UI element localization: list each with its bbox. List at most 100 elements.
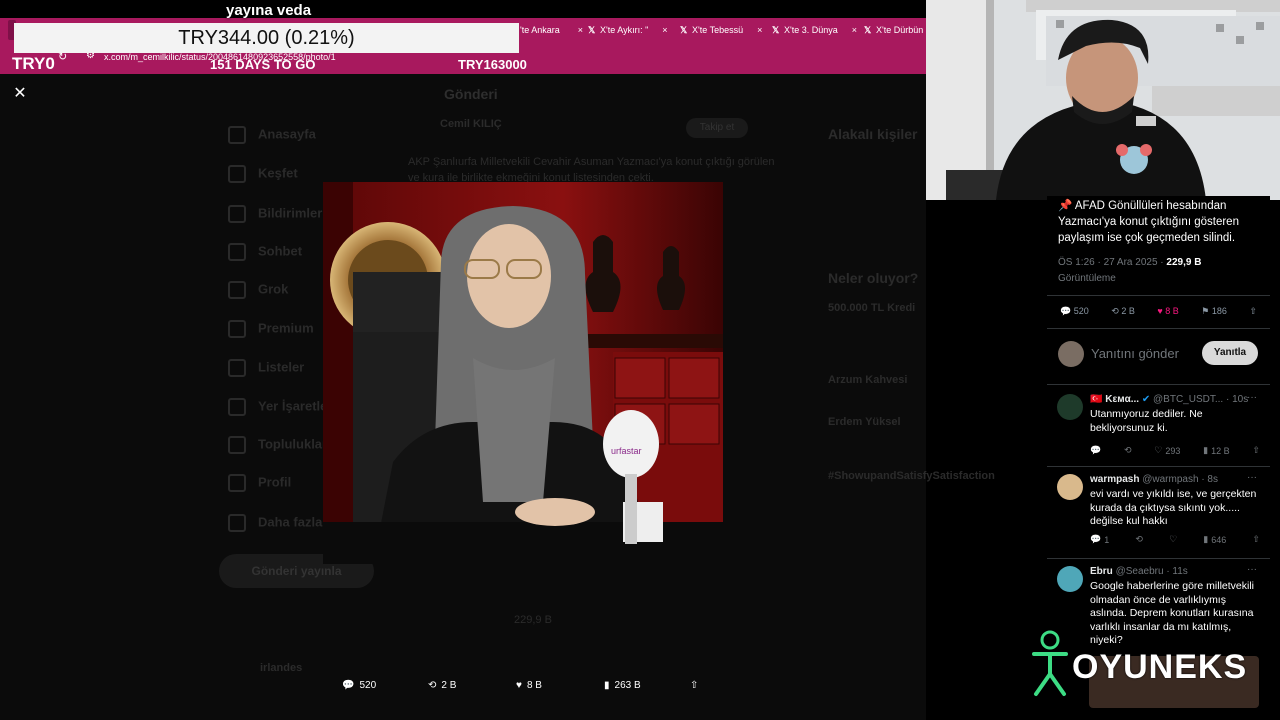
x-logo-icon (228, 320, 246, 338)
tweet-stats-bar: 💬 520 ⟲ 2 B ♥ 8 B ⚑ 186 ⇧ (1060, 306, 1257, 317)
x-logo-icon: 𝕏 (772, 25, 780, 35)
repost-icon: ⟲ (428, 680, 437, 691)
close-tab-icon[interactable]: × (852, 25, 857, 35)
nav-item-grok[interactable]: Grok (228, 281, 288, 299)
nav-item-more[interactable]: Daha fazla (228, 514, 322, 532)
reply-author: warmpash @warmpash · 8s (1090, 474, 1218, 485)
more-icon[interactable]: ··· (1247, 392, 1257, 403)
analytics-icon: ▮ (1203, 445, 1209, 455)
divider (1047, 558, 1270, 559)
reply-input[interactable]: Yanıtını gönder (1091, 346, 1179, 361)
reply-stat[interactable]: 💬 520 (1060, 306, 1089, 317)
comment-icon: 💬 (1090, 534, 1102, 544)
home-icon (228, 126, 246, 144)
share-action[interactable]: ⇧ (690, 680, 698, 691)
nav-item-communities[interactable]: Topluluklar (228, 436, 327, 454)
divider (1047, 295, 1270, 296)
bookmark-icon: ⚑ (1201, 306, 1210, 316)
background-account-name[interactable]: irlandes (260, 662, 302, 674)
reply-author: 🇹🇷 Kεмα... ✔ @BTC_USDT... · 10s (1090, 394, 1249, 405)
nav-item-profile[interactable]: Profil (228, 474, 291, 492)
nav-item-lists[interactable]: Listeler (228, 359, 304, 377)
nav-item-explore[interactable]: Keşfet (228, 165, 298, 183)
comment-icon[interactable]: 💬 (1090, 445, 1101, 456)
nav-item-home[interactable]: Anasayfa (228, 126, 316, 144)
background-views: 229,9 B (514, 614, 552, 626)
avatar (1057, 474, 1083, 500)
trend-item[interactable]: Arzum Kahvesi (828, 374, 907, 386)
tweet-photo[interactable]: urfastar (323, 182, 723, 564)
avatar (1057, 394, 1083, 420)
microphone-label: urfastar (611, 446, 642, 456)
background-author: Cemil KILIÇ (440, 118, 502, 130)
share-icon: ⇧ (690, 680, 699, 691)
background-header: Gönderi (444, 86, 498, 102)
close-tab-icon[interactable]: × (662, 25, 667, 35)
verified-icon: ✔ (1141, 394, 1151, 405)
share-stat[interactable]: ⇧ (1249, 306, 1257, 317)
x-logo-icon: 𝕏 (864, 25, 872, 35)
browser-tab[interactable]: 'te Ankara × (520, 20, 590, 40)
grok-icon (228, 281, 246, 299)
close-tab-icon[interactable]: × (578, 25, 583, 35)
reply-item[interactable]: 🇹🇷 Kεмα... ✔ @BTC_USDT... · 10s ··· Utan… (1047, 386, 1270, 468)
x-logo-icon: 𝕏 (588, 25, 596, 35)
follow-button[interactable]: Takip et (686, 118, 748, 138)
divider (1047, 384, 1270, 385)
repost-stat[interactable]: ⟲ 2 B (1111, 306, 1135, 317)
reply-text: Utanmıyoruz dediler. Ne bekliyorsunuz ki… (1090, 408, 1203, 434)
comment-icon: 💬 (1060, 306, 1072, 316)
repost-icon[interactable]: ⟲ (1124, 445, 1132, 456)
heart-icon: ♡ (1154, 445, 1163, 455)
share-icon[interactable]: ⇧ (1252, 534, 1260, 545)
woman-at-desk-image: urfastar (323, 182, 723, 564)
user-icon (228, 474, 246, 492)
like-action[interactable]: ♥ 8 B (516, 680, 542, 691)
analytics-icon: ▮ (1203, 534, 1209, 544)
nav-item-bookmarks[interactable]: Yer İşaretleri (228, 398, 336, 416)
oyuneks-logo-text: OYUNEKS (1072, 648, 1248, 686)
tweet-text: 📌 AFAD Gönüllüleri hesabından Yazmacı'ya… (1058, 200, 1239, 244)
reply-item[interactable]: warmpash @warmpash · 8s ··· evi vardı ve… (1047, 468, 1270, 558)
views-button[interactable]: ▮ 12 B (1203, 445, 1229, 456)
nav-item-premium[interactable]: Premium (228, 320, 314, 338)
browser-tab[interactable]: 𝕏 X'te 3. Dünya × (772, 20, 864, 40)
views-button[interactable]: ▮ 646 (1203, 534, 1226, 545)
share-icon[interactable]: ⇧ (1252, 445, 1260, 456)
tweet-timestamp: ÖS 1:26 · 27 Ara 2025 · 229,9 B (1058, 257, 1202, 268)
reply-button[interactable]: 💬 1 (1090, 534, 1109, 545)
mail-icon (228, 243, 246, 261)
more-icon[interactable]: ··· (1247, 472, 1257, 483)
repost-icon: ⟲ (1111, 306, 1119, 316)
reply-button[interactable]: Yanıtla (1202, 341, 1258, 365)
related-people-title: Alakalı kişiler (828, 126, 918, 142)
reply-action[interactable]: 💬 520 (342, 680, 376, 691)
bell-icon (228, 205, 246, 223)
x-logo-icon: 𝕏 (680, 25, 688, 35)
heart-icon: ♥ (1157, 306, 1163, 316)
reply-actions: 💬 1 ⟲ ♡ ▮ 646 ⇧ (1090, 534, 1260, 545)
trend-item[interactable]: 500.000 TL Kredi (828, 302, 915, 314)
repost-action[interactable]: ⟲ 2 B (428, 680, 456, 691)
like-stat[interactable]: ♥ 8 B (1157, 306, 1178, 317)
bookmark-icon (228, 398, 246, 416)
browser-tab[interactable]: 𝕏 X'te Tebessü × (680, 20, 772, 40)
trend-item[interactable]: Erdem Yüksel (828, 416, 901, 428)
views-label: Görüntüleme (1058, 273, 1116, 284)
repost-icon[interactable]: ⟲ (1135, 534, 1143, 545)
heart-icon[interactable]: ♡ (1169, 534, 1177, 545)
bookmark-stat[interactable]: ⚑ 186 (1201, 306, 1227, 317)
views-action[interactable]: ▮ 263 B (604, 680, 641, 691)
trend-item[interactable]: #ShowupandSatisfySatisfaction (828, 470, 995, 482)
like-button[interactable]: ♡ 293 (1154, 445, 1180, 456)
more-icon[interactable]: ··· (1247, 564, 1257, 575)
close-tab-icon[interactable]: × (757, 25, 762, 35)
avatar (1058, 341, 1084, 367)
list-icon (228, 359, 246, 377)
reply-author: Ebru @Seaebru · 11s (1090, 566, 1188, 577)
nav-item-notifications[interactable]: Bildirimler (228, 205, 322, 223)
browser-tab[interactable]: 𝕏 X'te Aykırı: " × (588, 20, 678, 40)
nav-item-chat[interactable]: Sohbet (228, 243, 302, 261)
browser-tab[interactable]: 𝕏 X'te Dürbün (864, 20, 926, 40)
close-icon[interactable]: ✕ (10, 84, 30, 104)
